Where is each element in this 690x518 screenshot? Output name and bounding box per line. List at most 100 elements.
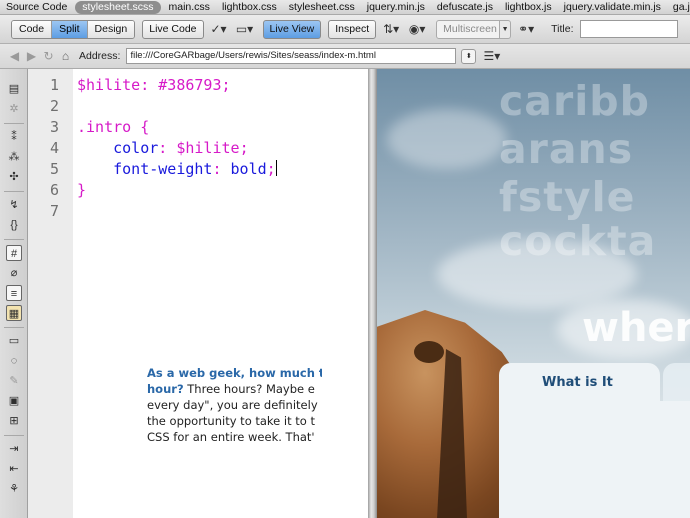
intro-lead-text: As a web geek, how much t [147,366,322,380]
multiscreen-button[interactable]: Multiscreen [436,19,501,39]
live-view-pane[interactable]: caribb arans fstyle cockta wher What is … [377,69,690,518]
line-number: 5 [49,160,59,178]
toolbar-separator [4,123,24,124]
related-file-tab[interactable]: stylesheet.css [283,1,361,14]
related-file-tab[interactable]: main.css [163,1,216,14]
address-input[interactable]: file:///CoreGARbage/Users/rewis/Sites/se… [126,48,457,64]
browser-navigation-bar: ◀ ▶ ↻ ⌂ Address: file:///CoreGARbage/Use… [0,44,690,69]
code-token: : [212,160,231,178]
color-value: #386793; [158,76,231,94]
hero-heading-line: cockta [499,217,657,265]
intro-text: CSS for an entire week. That' [147,430,315,444]
highlight-invalid-code-icon[interactable]: ⌀ [6,265,22,281]
text-cursor [275,160,277,176]
collapse-selection-icon[interactable]: ⁂ [6,149,22,165]
tab-label[interactable]: What is It [542,375,613,390]
forward-icon[interactable]: ▶ [23,49,40,63]
sky-cloud [387,109,507,169]
intro-text: every day", you are definitely [147,398,318,412]
remove-comment-icon[interactable]: ◌ [6,353,22,369]
split-view-divider[interactable] [368,69,377,518]
view-split-button[interactable]: Split [52,20,88,38]
select-parent-tag-icon[interactable]: ↯ [6,197,22,213]
toolbar-separator [4,435,24,436]
inspect-button[interactable]: Inspect [328,19,377,39]
visual-aids-icon[interactable]: ⚭▾ [515,20,537,39]
related-file-tab[interactable]: lightbox.js [499,1,558,14]
related-file-tab[interactable]: jquery.min.js [361,1,431,14]
view-mode-switcher: Code Split Design [11,19,136,39]
code-token: : [158,139,177,157]
code-token: : [140,76,159,94]
format-source-code-icon[interactable]: ⚘ [6,481,22,497]
refresh-icon[interactable]: ↻ [40,49,57,63]
css-selector: .intro { [77,118,150,136]
intro-text: the opportunity to take it to t [147,414,315,428]
content-panel [499,401,690,518]
preview-in-browser-icon[interactable]: ◉▾ [406,20,428,39]
line-number: 4 [49,139,59,157]
closing-brace: } [77,181,87,199]
line-number: 7 [49,202,59,220]
move-css-icon[interactable]: ⊞ [6,413,22,429]
related-files-bar: Source Code stylesheet.scss main.css lightb… [0,0,690,15]
scss-variable: $hilite [77,76,141,94]
back-icon[interactable]: ◀ [6,49,23,63]
outdent-code-icon[interactable]: ⇤ [6,461,22,477]
hero-heading-line: arans [499,125,634,173]
syntax-coloring-icon[interactable]: ▦ [6,305,22,321]
file-management-icon[interactable]: ⇅▾ [380,20,402,39]
toolbar-separator [4,327,24,328]
code-line[interactable]: .intro { [77,117,149,138]
related-file-tab[interactable]: stylesheet.scss [75,0,161,14]
related-file-tab[interactable]: ga.js [667,1,690,14]
code-line[interactable]: } [77,180,86,201]
document-toolbar: Code Split Design Live Code ✓▾ ▭▾ Live Vie… [0,15,690,44]
indent-code-icon[interactable]: ⇥ [6,441,22,457]
code-line[interactable]: $hilite: #386793; [77,75,231,96]
live-code-button[interactable]: Live Code [142,19,204,39]
scss-variable: $hilite [176,139,240,157]
coding-toolbar: ▤ ✲ ⁑ ⁂ ✣ ↯ {} # ⌀ ≡ ▦ ▭ ◌ ✎ ▣ ⊞ ⇥ ⇤ ⚘ [0,69,28,518]
view-code-button[interactable]: Code [12,20,53,38]
live-view-options-icon[interactable]: ☰▾ [483,49,500,63]
related-file-tab[interactable]: lightbox.css [216,1,283,14]
hero-heading-line: fstyle [499,173,636,221]
tab-next[interactable] [663,363,690,403]
line-numbers-icon[interactable]: # [6,245,22,261]
intro-paragraph: As a web geek, how much t hour? Three ho… [147,365,322,445]
hero-subheading: wher [582,305,690,351]
intro-lead-text: hour? [147,382,184,396]
title-input[interactable] [579,20,678,38]
code-token: ; [239,139,249,157]
word-wrap-icon[interactable]: ≡ [6,285,22,301]
code-view[interactable]: 1 2 3 4 5 6 7 $hilite: #386793; .intro {… [28,69,368,518]
code-line[interactable]: font-weight: bold; [77,159,277,180]
show-code-navigator-icon[interactable]: ✲ [6,101,22,117]
address-history-icon[interactable]: ⬍ [461,48,477,64]
recent-snippets-icon[interactable]: ▣ [6,393,22,409]
check-browser-compatibility-icon[interactable]: ✓▾ [208,20,230,39]
wrap-tag-icon[interactable]: ✎ [6,373,22,389]
intro-text: Three hours? Maybe e [183,382,315,396]
home-icon[interactable]: ⌂ [57,49,74,63]
rock-hollow [414,341,444,363]
toolbar-separator [4,191,24,192]
related-file-tab[interactable]: jquery.validate.min.js [558,1,667,14]
apply-comment-icon[interactable]: ▭ [6,333,22,349]
open-documents-icon[interactable]: ▤ [6,81,22,97]
related-file-tab[interactable]: Source Code [0,1,73,14]
css-value: bold [230,160,267,178]
collapse-full-tag-icon[interactable]: ⁑ [6,129,22,145]
related-file-tab[interactable]: defuscate.js [431,1,499,14]
view-design-button[interactable]: Design [87,20,135,38]
expand-all-icon[interactable]: ✣ [6,169,22,185]
balance-braces-icon[interactable]: {} [6,217,22,233]
live-view-button[interactable]: Live View [262,19,322,39]
manage-files-icon[interactable]: ▭▾ [234,20,256,39]
multiscreen-dropdown-icon[interactable]: ▼ [500,19,512,39]
code-line[interactable]: color: $hilite; [77,138,249,159]
line-number-gutter: 1 2 3 4 5 6 7 [28,69,73,518]
